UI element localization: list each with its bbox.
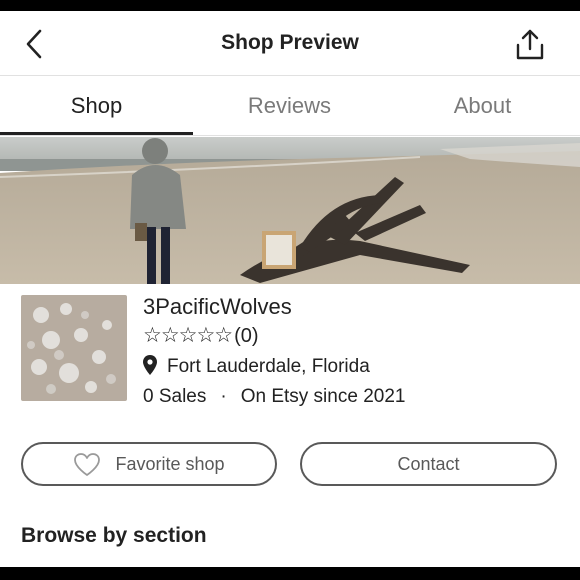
location-text: Fort Lauderdale, Florida <box>167 356 370 377</box>
shop-location: Fort Lauderdale, Florida <box>143 355 370 378</box>
status-bar <box>0 0 580 11</box>
contact-label: Contact <box>397 453 460 474</box>
header-bar: Shop Preview <box>0 11 580 76</box>
tab-about[interactable]: About <box>386 76 579 136</box>
page-title: Shop Preview <box>221 31 359 54</box>
share-icon[interactable] <box>512 27 548 63</box>
shop-avatar[interactable] <box>21 295 127 401</box>
shop-banner-image <box>0 137 580 284</box>
heart-icon <box>74 452 101 476</box>
tab-shop[interactable]: Shop <box>0 76 193 136</box>
favorite-shop-label: Favorite shop <box>115 453 225 474</box>
tab-reviews[interactable]: Reviews <box>193 76 386 136</box>
review-count: (0) <box>234 325 259 347</box>
shop-meta: 0 Sales · On Etsy since 2021 <box>143 386 405 408</box>
browse-by-section-heading: Browse by section <box>21 524 207 547</box>
rating-stars: ☆☆☆☆☆ <box>143 324 233 347</box>
star-rating[interactable]: ☆☆☆☆☆ (0) <box>143 323 259 348</box>
etsy-since: On Etsy since 2021 <box>240 386 406 407</box>
bottom-bar <box>0 567 580 580</box>
tab-bar: Shop Reviews About <box>0 76 580 136</box>
meta-separator: · <box>220 386 227 407</box>
tab-divider <box>0 135 580 136</box>
sales-count: 0 Sales <box>143 386 207 407</box>
location-pin-icon <box>143 355 157 375</box>
contact-button[interactable]: Contact <box>300 442 557 486</box>
shop-name: 3PacificWolves <box>143 294 292 319</box>
favorite-shop-button[interactable]: Favorite shop <box>21 442 277 486</box>
